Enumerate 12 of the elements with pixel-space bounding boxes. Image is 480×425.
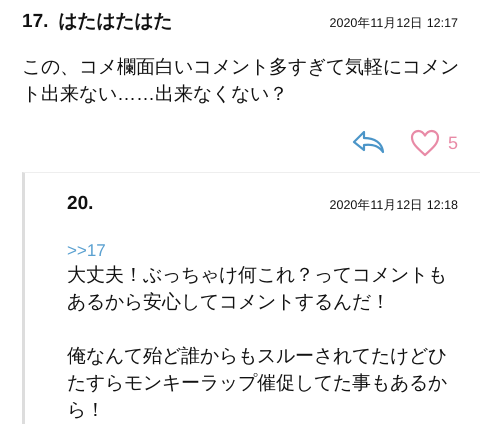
comment-text: この、コメ欄面白いコメント多すぎて気軽にコメント出来ない……出来なくない？	[22, 56, 460, 107]
reply-anchor-link[interactable]: >>17	[67, 240, 458, 262]
reply-text: 大丈夫！ぶっちゃけ何これ？ってコメントもあるから安心してコメントするんだ！	[67, 264, 448, 315]
heart-icon[interactable]	[410, 129, 440, 157]
reply-date: 2020年11月12日 12:18	[330, 197, 458, 214]
reply-number: 20.	[67, 193, 94, 215]
reply-icon[interactable]	[352, 130, 386, 156]
comment-author: はたはたはた	[58, 10, 172, 34]
reply-text: 俺なんて殆ど誰からもスルーされてたけどひたすらモンキーラップ催促してた事もあるから！	[67, 345, 448, 423]
comment-date: 2020年11月12日 12:17	[330, 15, 458, 32]
comment-number: 17.	[22, 11, 48, 33]
like-count: 5	[448, 132, 458, 154]
